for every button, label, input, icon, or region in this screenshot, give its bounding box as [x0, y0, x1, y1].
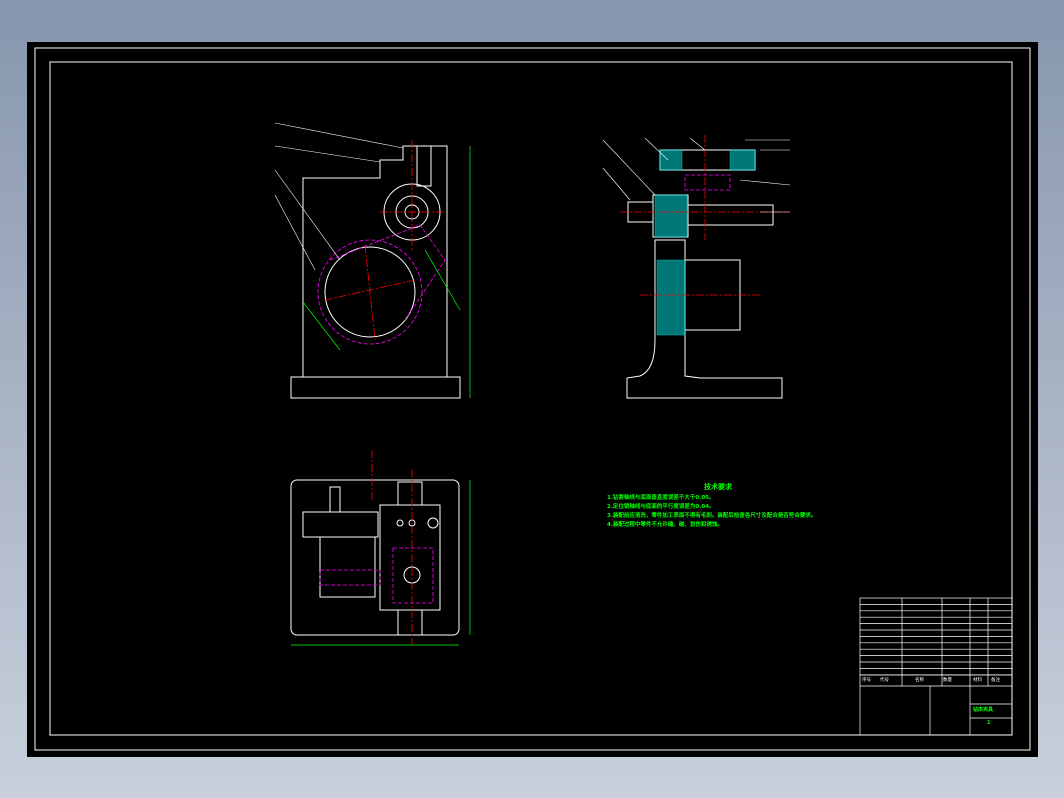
tech-requirement-1: 1.钻套轴线与底面垂直度误差不大于0.05。 — [607, 495, 715, 501]
front-view — [290, 145, 461, 399]
outer-border — [34, 47, 1031, 751]
scale: 1 — [987, 720, 991, 726]
header-material: 材料 — [973, 678, 982, 683]
header-seq: 序号 — [862, 678, 871, 683]
title-block — [859, 597, 1013, 736]
side-view — [626, 149, 783, 399]
inner-frame — [49, 61, 1013, 736]
tech-requirement-4: 4.装配过程中零件不允许磕、碰、划伤和锈蚀。 — [607, 522, 723, 528]
header-code: 代号 — [880, 678, 889, 683]
drawing-canvas[interactable]: 技术要求 1.钻套轴线与底面垂直度误差不大于0.05。 2.定位销轴线与底面的平… — [27, 42, 1038, 757]
tech-requirement-2: 2.定位销轴线与底面的平行度误差为0.04。 — [607, 504, 715, 510]
tech-requirements-title: 技术要求 — [704, 483, 732, 491]
header-qty: 数量 — [943, 678, 952, 683]
tech-requirement-3: 3.装配前应清洗，零件加工表面不得有毛刺。装配后检查各尺寸及配合是否符合要求。 — [607, 513, 817, 519]
header-remark: 备注 — [991, 678, 1000, 683]
drawing-name: 钻床夹具 — [973, 707, 994, 713]
header-name: 名称 — [915, 678, 924, 683]
top-view — [290, 479, 460, 636]
cad-drawing — [34, 47, 1031, 751]
